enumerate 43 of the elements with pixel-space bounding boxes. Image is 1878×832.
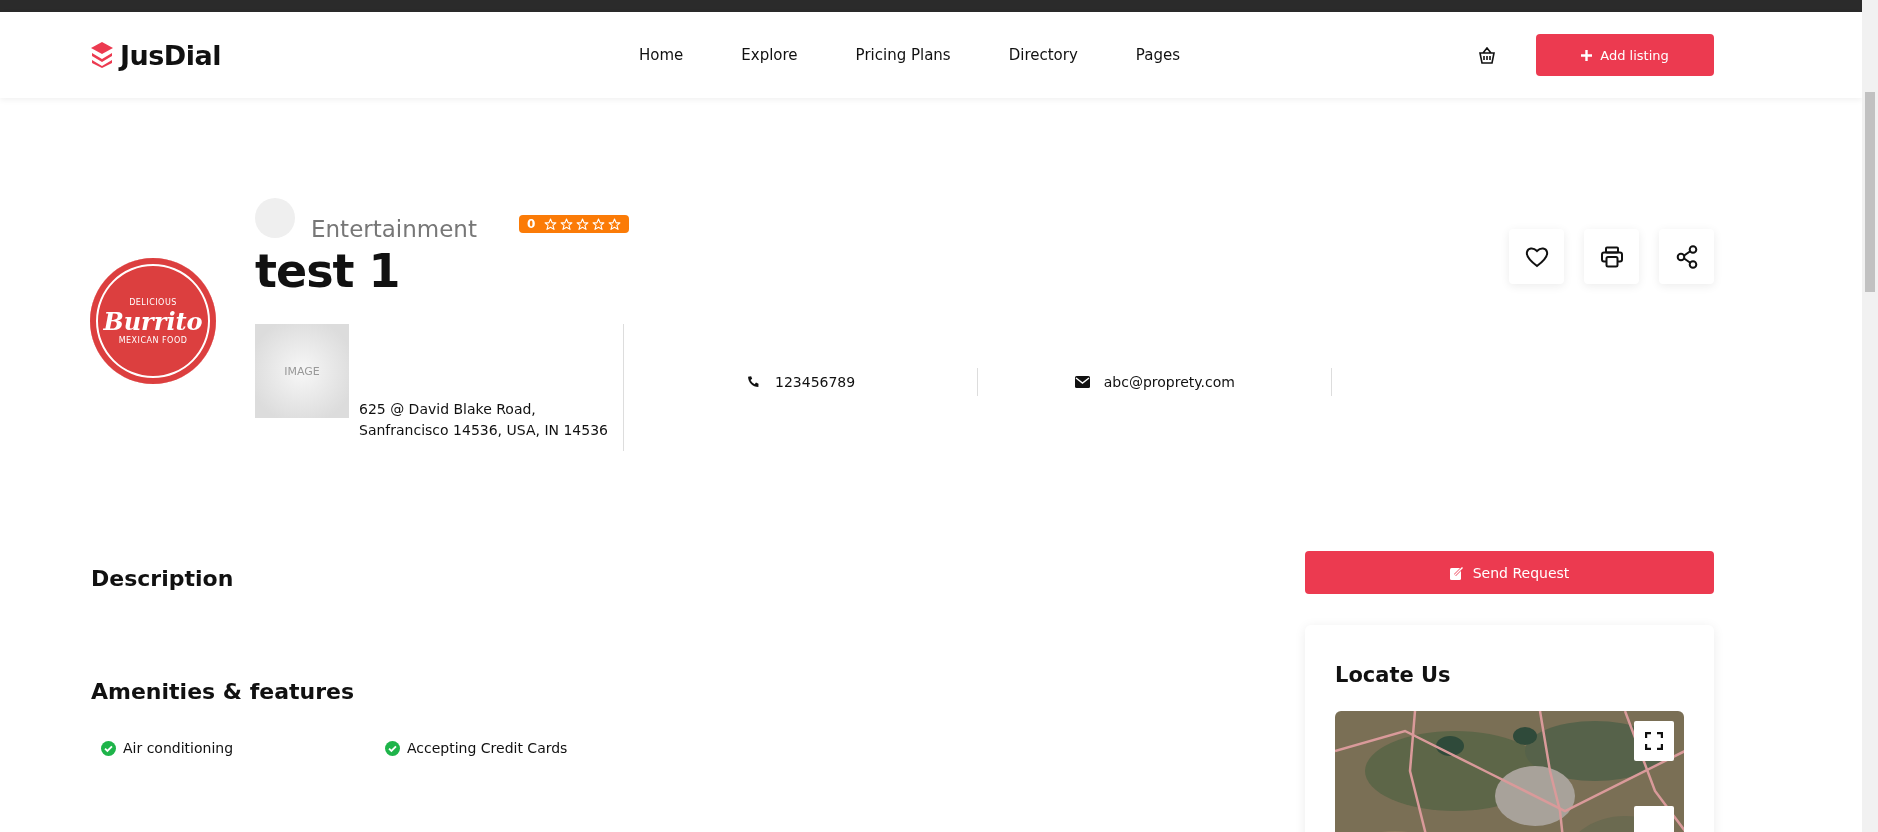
- image-label: IMAGE: [284, 364, 320, 378]
- address-text: 625 @ David Blake Road, Sanfrancisco 14536, USA, IN 14536: [359, 400, 609, 440]
- star-icon: [608, 217, 622, 231]
- star-icon: [576, 217, 590, 231]
- amenity-label: Accepting Credit Cards: [407, 740, 568, 756]
- heart-icon: [1524, 245, 1549, 268]
- phone-number: 123456789: [775, 373, 856, 390]
- rating-score: 0: [526, 217, 536, 231]
- brand-name[interactable]: JusDial: [120, 39, 221, 71]
- star-icon: [560, 217, 574, 231]
- nav-link[interactable]: Directory: [1008, 46, 1078, 64]
- add-listing-button[interactable]: Add listing: [1536, 34, 1714, 76]
- fullscreen-button[interactable]: [1634, 721, 1674, 761]
- fullscreen-icon: [1645, 732, 1663, 750]
- listing-title: test 1: [255, 244, 401, 298]
- star-icon: [544, 217, 558, 231]
- category-label: Entertainment: [311, 216, 477, 242]
- layers-icon: [90, 41, 114, 69]
- plus-icon: [1581, 49, 1593, 61]
- star-icon: [592, 217, 606, 231]
- envelope-icon: [1074, 375, 1090, 388]
- nav-link[interactable]: Explore: [741, 46, 798, 64]
- favorite-button[interactable]: [1509, 229, 1564, 284]
- section-heading: Description: [91, 566, 235, 591]
- phone-icon: [746, 374, 761, 389]
- nav-link[interactable]: Pricing Plans: [855, 46, 951, 64]
- nav-link[interactable]: Home: [639, 46, 684, 64]
- section-heading: Amenities & features: [91, 679, 356, 704]
- edit-icon: [1449, 565, 1464, 580]
- printer-icon: [1599, 245, 1624, 268]
- card-heading: Locate Us: [1335, 663, 1452, 687]
- scrollbar[interactable]: [1862, 0, 1878, 832]
- print-button[interactable]: [1584, 229, 1639, 284]
- basket-icon[interactable]: [1478, 46, 1496, 64]
- send-request-button[interactable]: Send Request: [1305, 551, 1714, 594]
- share-icon: [1675, 244, 1698, 269]
- share-button[interactable]: [1659, 229, 1714, 284]
- nav-link[interactable]: Pages: [1135, 46, 1180, 64]
- logo: DELICIOUS Burrito MEXICAN FOOD: [90, 258, 216, 384]
- email-address: abc@proprety.com: [1103, 373, 1235, 390]
- amenity-label: Air conditioning: [123, 740, 234, 756]
- check-circle-icon: [385, 740, 400, 756]
- check-circle-icon: [101, 740, 116, 756]
